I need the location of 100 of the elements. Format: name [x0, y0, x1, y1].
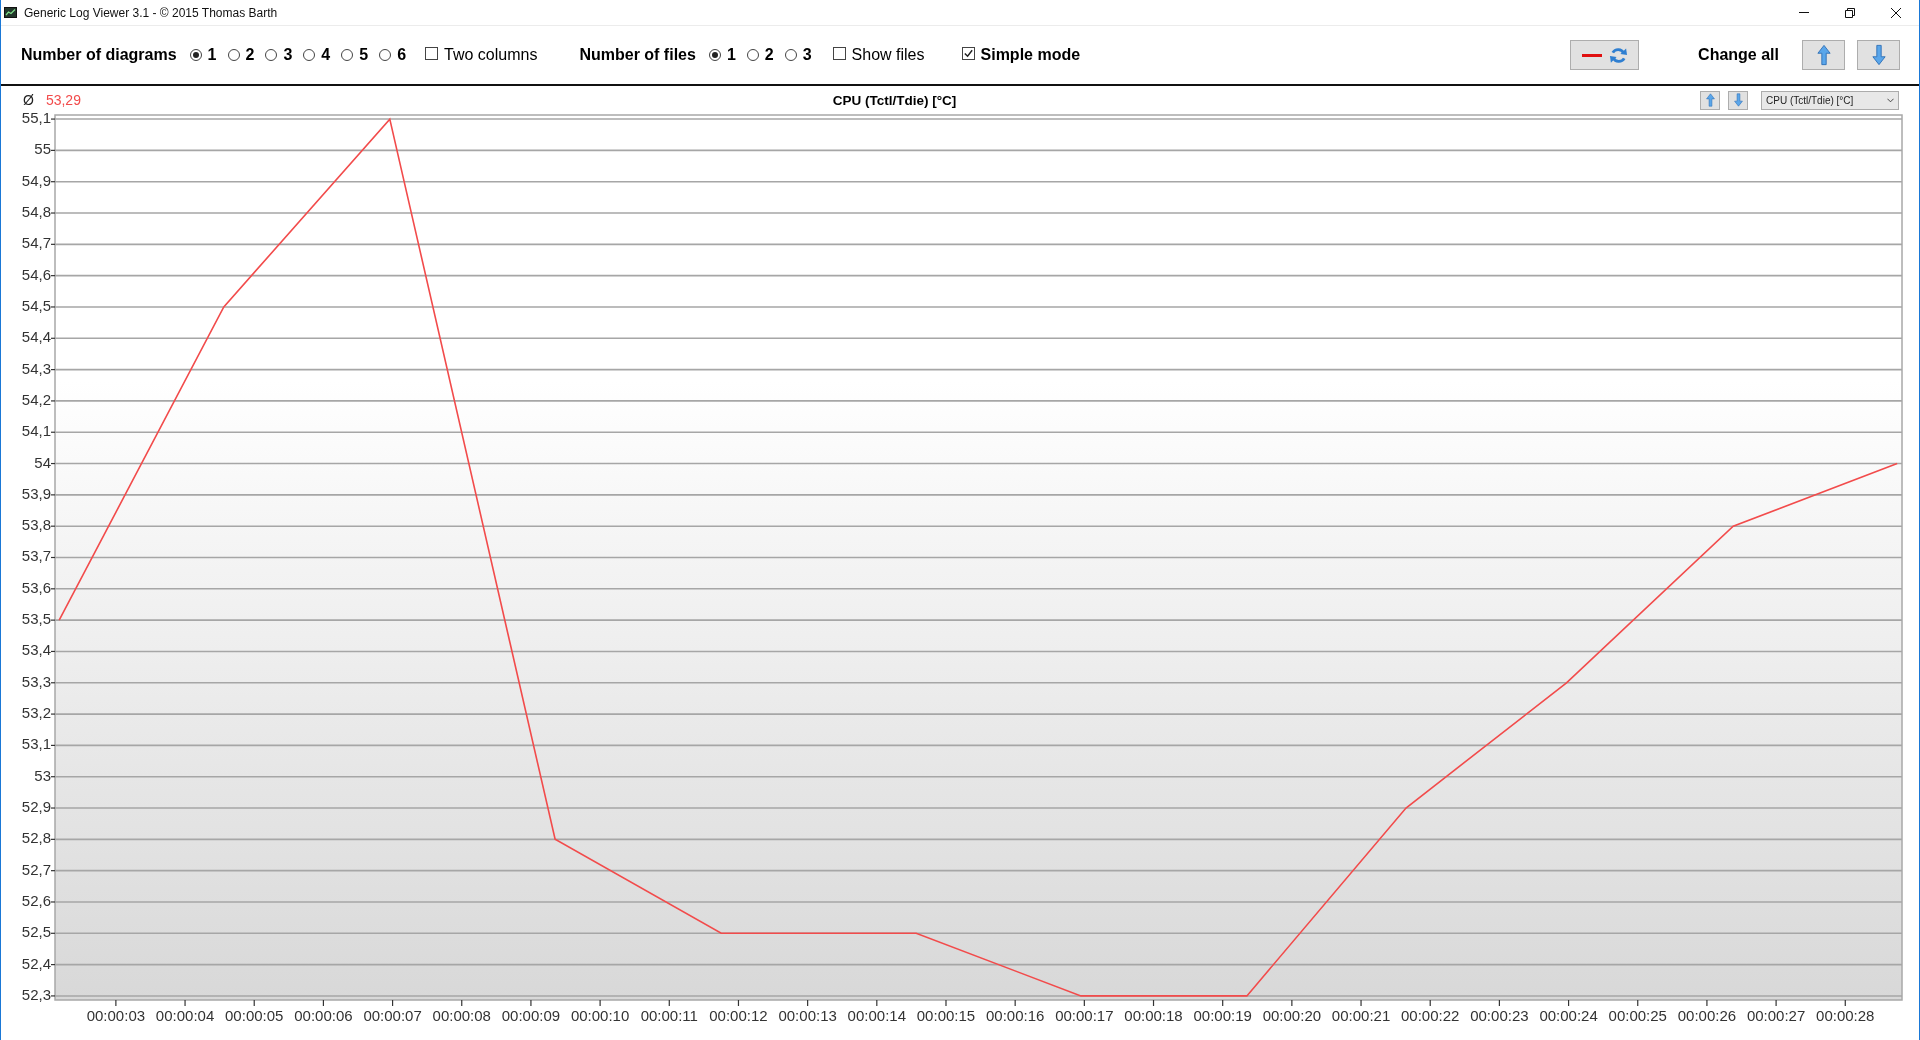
dash-icon — [1581, 53, 1602, 57]
y-axis-label: 52,7 — [21, 860, 51, 878]
refresh-button[interactable] — [1570, 40, 1640, 70]
x-axis-label: 00:00:21 — [1331, 1006, 1391, 1024]
x-axis-label: 00:00:18 — [1124, 1006, 1183, 1024]
down-arrow-icon — [1871, 44, 1886, 66]
y-axis-label: 54,2 — [21, 390, 51, 408]
x-axis-label: 00:00:19 — [1193, 1006, 1252, 1024]
y-axis-label: 55 — [34, 140, 51, 158]
y-axis-label: 53 — [34, 766, 51, 784]
radio-label[interactable]: 6 — [397, 46, 407, 64]
x-axis-label: 00:00:17 — [1055, 1006, 1114, 1024]
y-axis-label: 54 — [34, 453, 51, 471]
y-axis-label: 52,4 — [21, 954, 51, 972]
diagram-count-label: Number of diagrams — [21, 46, 177, 64]
x-axis-label: 00:00:11 — [640, 1006, 698, 1024]
y-axis-label: 52,3 — [21, 985, 51, 1003]
y-axis-label: 54,3 — [21, 359, 51, 377]
checkbox-label[interactable]: Show files — [851, 46, 925, 64]
down-arrow-icon — [1733, 93, 1743, 107]
window-title: Generic Log Viewer 3.1 - © 2015 Thomas Barth — [24, 5, 278, 20]
radio-button[interactable] — [746, 49, 759, 61]
change-all-label: Change all — [1698, 46, 1779, 64]
radio-label[interactable]: 4 — [321, 46, 331, 64]
y-axis-label: 54,1 — [21, 422, 51, 440]
x-axis-label: 00:00:26 — [1677, 1006, 1737, 1024]
y-axis-label: 54,6 — [21, 265, 51, 283]
move-up-button[interactable] — [1700, 90, 1720, 110]
app-icon — [4, 7, 17, 18]
y-axis-label: 53,1 — [21, 735, 51, 753]
move-down-button[interactable] — [1728, 90, 1748, 110]
x-axis-label: 00:00:03 — [86, 1006, 146, 1024]
average-symbol: Ø — [23, 92, 34, 108]
radio-label[interactable]: 1 — [726, 46, 736, 64]
y-axis-label: 55,1 — [21, 110, 51, 127]
x-axis-label: 00:00:23 — [1470, 1006, 1529, 1024]
checkbox[interactable] — [425, 46, 439, 60]
radio-button[interactable] — [303, 49, 316, 61]
x-axis-label: 00:00:12 — [709, 1006, 768, 1024]
x-axis-label: 00:00:06 — [294, 1006, 353, 1024]
x-axis-label: 00:00:22 — [1401, 1006, 1460, 1024]
x-axis-label: 00:00:05 — [225, 1006, 284, 1024]
checkbox[interactable] — [961, 46, 975, 60]
x-axis-label: 00:00:08 — [432, 1006, 491, 1024]
y-axis-label: 53,9 — [21, 484, 51, 502]
x-axis-label: 00:00:14 — [847, 1006, 906, 1024]
radio-button[interactable] — [341, 49, 354, 61]
radio-label[interactable]: 5 — [359, 46, 369, 64]
x-axis-label: 00:00:04 — [155, 1006, 215, 1024]
radio-label[interactable]: 3 — [283, 46, 293, 64]
y-axis-label: 53,7 — [21, 547, 51, 565]
x-axis-label: 00:00:20 — [1262, 1006, 1322, 1024]
checkbox[interactable] — [832, 46, 846, 60]
checkbox-label[interactable]: Two columns — [444, 46, 538, 64]
chart-title: CPU (Tctl/Tdie) [°C] — [831, 92, 958, 108]
y-axis-label: 52,8 — [21, 829, 51, 847]
y-axis-label: 53,2 — [21, 704, 51, 722]
radio-button[interactable] — [265, 49, 278, 61]
radio-button[interactable] — [379, 49, 392, 61]
y-axis-label: 54,4 — [21, 328, 51, 346]
sensor-dropdown[interactable]: CPU (Tctl/Tdie) [°C] — [1761, 90, 1899, 110]
y-axis-label: 53,8 — [21, 516, 51, 534]
y-axis-label: 53,4 — [21, 641, 51, 659]
x-axis-label: 00:00:28 — [1816, 1006, 1875, 1024]
refresh-icon — [1608, 45, 1628, 65]
y-axis-label: 54,7 — [21, 234, 51, 252]
x-axis-label: 00:00:27 — [1746, 1006, 1806, 1024]
y-axis-label: 53,5 — [21, 610, 51, 628]
radio-button[interactable] — [784, 49, 797, 61]
radio-button[interactable] — [708, 49, 721, 61]
file-count-label: Number of files — [579, 46, 696, 64]
radio-button[interactable] — [227, 49, 240, 61]
radio-label[interactable]: 2 — [245, 46, 255, 64]
minimize-icon — [1799, 12, 1809, 13]
checkbox-label[interactable]: Simple mode — [980, 46, 1081, 64]
x-axis-label: 00:00:10 — [570, 1006, 630, 1024]
radio-button[interactable] — [189, 49, 202, 61]
y-axis-label: 54,5 — [21, 296, 51, 314]
restore-icon — [1845, 7, 1855, 18]
x-axis-label: 00:00:13 — [778, 1006, 837, 1024]
up-arrow-icon — [1816, 44, 1831, 66]
y-axis-label: 53,6 — [21, 578, 51, 596]
x-axis-label: 00:00:24 — [1539, 1006, 1598, 1024]
x-axis-label: 00:00:16 — [985, 1006, 1045, 1024]
y-axis-label: 54,8 — [21, 203, 51, 220]
y-axis-label: 52,5 — [21, 923, 51, 941]
x-axis-label: 00:00:09 — [501, 1006, 561, 1024]
y-axis-label: 52,6 — [21, 891, 51, 909]
close-icon — [1891, 7, 1901, 18]
radio-label[interactable]: 2 — [764, 46, 774, 64]
y-axis-label: 53,3 — [21, 672, 51, 690]
radio-label[interactable]: 3 — [802, 46, 812, 64]
average-value: 53,29 — [45, 92, 81, 108]
chevron-icon — [1887, 97, 1894, 103]
y-axis-label: 52,9 — [21, 798, 51, 815]
x-axis-label: 00:00:15 — [916, 1006, 976, 1024]
x-axis-label: 00:00:07 — [363, 1006, 422, 1024]
up-arrow-icon — [1705, 93, 1715, 107]
x-axis-label: 00:00:25 — [1608, 1006, 1667, 1024]
radio-label[interactable]: 1 — [207, 46, 217, 64]
